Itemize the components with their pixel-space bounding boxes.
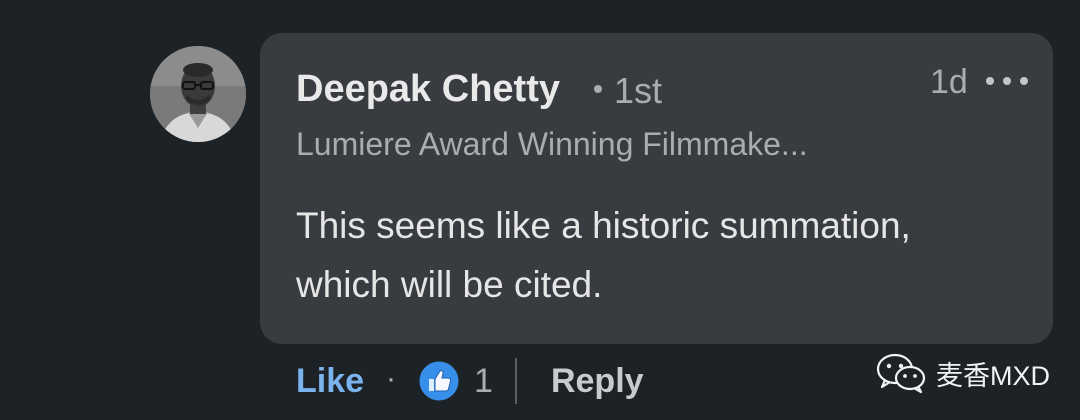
like-button[interactable]: Like	[296, 362, 364, 401]
action-separator: ·	[386, 362, 397, 395]
author-name[interactable]: Deepak Chetty	[296, 68, 560, 111]
watermark-text: 麦香MXD	[936, 360, 1050, 391]
comment-timestamp: 1d	[930, 63, 968, 101]
wechat-icon	[876, 353, 926, 394]
bullet-separator	[594, 85, 602, 94]
more-horizontal-icon[interactable]	[984, 68, 1030, 94]
connection-degree-label: 1st	[614, 70, 663, 111]
reply-button[interactable]: Reply	[551, 362, 644, 401]
author-headline: Lumiere Award Winning Filmmake...	[296, 126, 808, 162]
connection-degree: 1st	[594, 70, 662, 112]
thumbs-up-icon[interactable]	[418, 360, 460, 402]
comment-actions: Like · 1 Reply	[296, 355, 644, 407]
author-avatar[interactable]	[150, 46, 246, 142]
watermark: 麦香MXD	[876, 352, 1050, 394]
action-divider	[514, 358, 517, 404]
reaction-count[interactable]: 1	[474, 362, 493, 401]
comment-text: This seems like a historic summation, wh…	[296, 205, 911, 305]
